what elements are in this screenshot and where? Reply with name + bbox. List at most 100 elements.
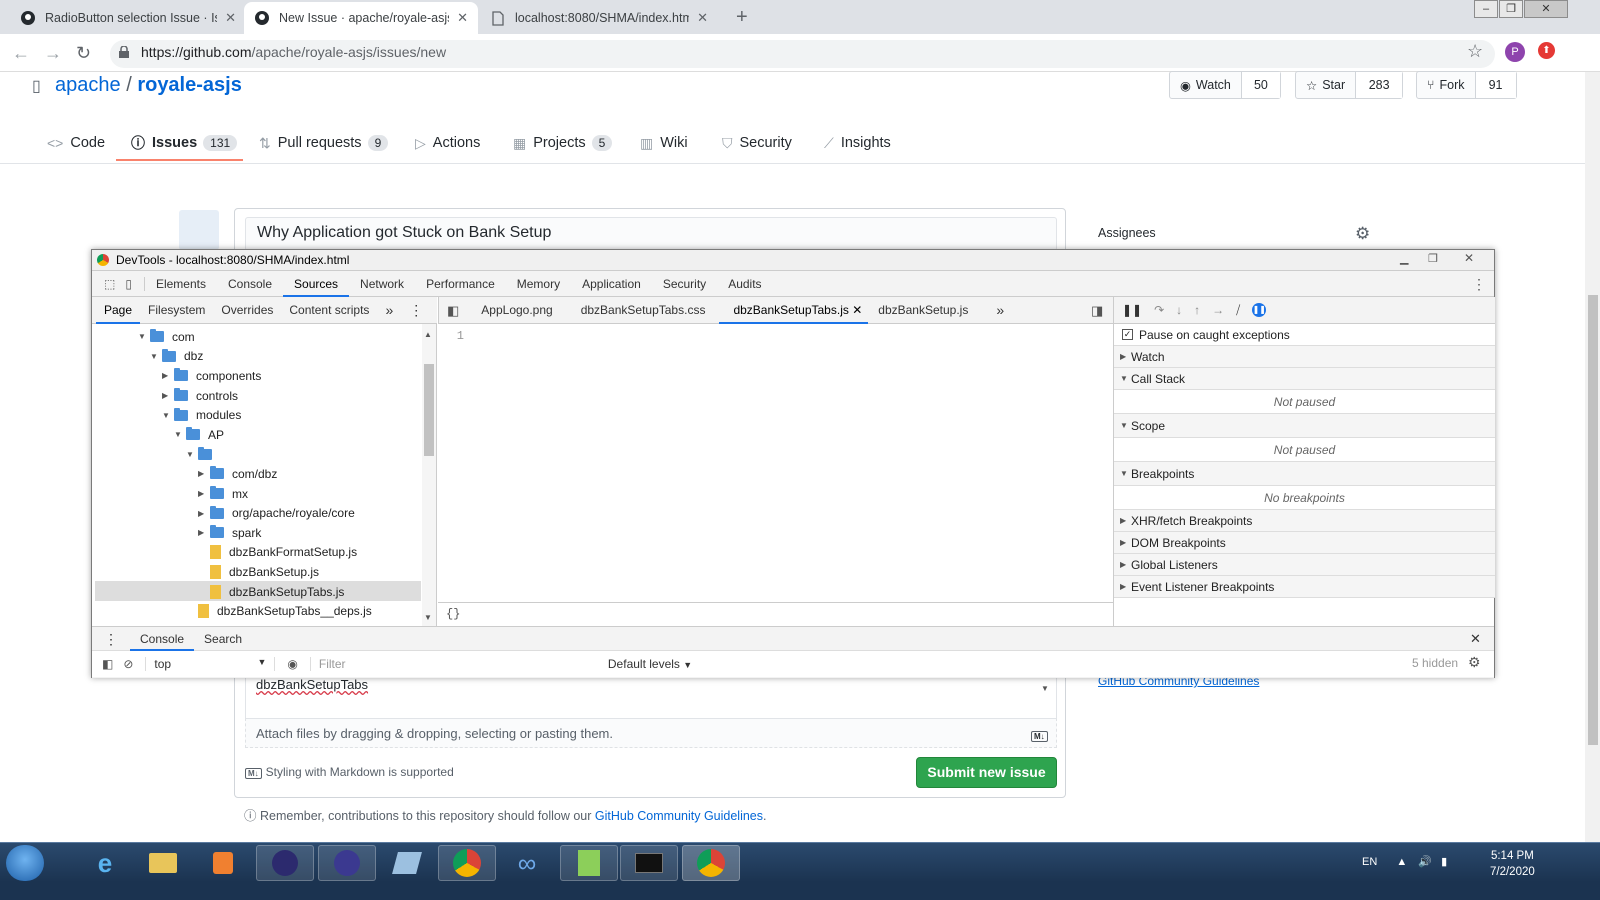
clock[interactable]: 5:14 PM 7/2/2020: [1490, 848, 1535, 880]
tray-arrow-icon[interactable]: ▲: [1396, 856, 1407, 868]
profile-avatar[interactable]: P: [1505, 42, 1525, 62]
forward-arrow-icon[interactable]: →: [44, 43, 62, 64]
pause-on-exceptions-icon[interactable]: ❚❚: [1252, 303, 1267, 317]
code-editor[interactable]: 1 {}: [438, 324, 1113, 626]
markdown-note-text[interactable]: Styling with Markdown is supported: [266, 765, 454, 779]
eclipse-icon-2[interactable]: [318, 845, 376, 881]
issue-title-input[interactable]: Why Application got Stuck on Bank Setup: [245, 217, 1057, 251]
more-tabs-icon[interactable]: »: [978, 297, 1022, 324]
tab-network[interactable]: Network: [349, 271, 415, 297]
tab-memory[interactable]: Memory: [506, 271, 571, 297]
tab-security[interactable]: Security: [652, 271, 717, 297]
more-options-icon[interactable]: ⋮: [1472, 276, 1486, 293]
tree-scrollbar-thumb[interactable]: [424, 364, 434, 456]
section-scope[interactable]: ▼ Scope: [1114, 414, 1495, 438]
tree-folder-item[interactable]: ▶ mx: [198, 484, 248, 504]
pause-on-caught-row[interactable]: ✓ Pause on caught exceptions: [1114, 324, 1495, 346]
expand-arrow-icon[interactable]: ▶: [198, 469, 210, 478]
collapse-arrow-icon[interactable]: ▼: [150, 352, 162, 361]
collapse-arrow-icon[interactable]: ▼: [186, 450, 198, 459]
more-tabs-icon[interactable]: »: [377, 297, 401, 324]
tab-console[interactable]: Console: [217, 271, 283, 297]
tree-folder-item[interactable]: ▼: [186, 445, 220, 465]
step-out-icon[interactable]: ↑: [1194, 303, 1200, 317]
extension-update-icon[interactable]: ⬆: [1538, 42, 1555, 59]
fork-button[interactable]: ⑂ Fork 91: [1416, 71, 1517, 99]
deactivate-breakpoints-icon[interactable]: ⧸: [1236, 303, 1240, 318]
log-levels-dropdown[interactable]: Default levels ▼: [608, 657, 692, 671]
command-prompt-icon[interactable]: [620, 845, 678, 881]
tree-folder-item[interactable]: ▶ controls: [162, 386, 238, 406]
url-text[interactable]: https://github.com/apache/royale-asjs/is…: [141, 44, 446, 60]
close-window-button[interactable]: ✕: [1524, 0, 1568, 18]
drawer-menu-icon[interactable]: ⋮: [92, 627, 130, 651]
notepad-plus-plus-icon[interactable]: [560, 845, 618, 881]
close-icon[interactable]: ✕: [852, 303, 862, 317]
close-drawer-icon[interactable]: ✕: [1470, 627, 1481, 651]
minimize-button[interactable]: ▁: [1400, 252, 1408, 265]
context-selector[interactable]: top ▼: [145, 657, 276, 671]
nav-pull-requests[interactable]: ⇅ Pull requests 9: [259, 124, 389, 162]
expand-arrow-icon[interactable]: ▶: [162, 391, 174, 400]
tab-audits[interactable]: Audits: [717, 271, 772, 297]
inspect-element-icon[interactable]: ⬚: [92, 277, 121, 291]
tree-folder-item[interactable]: ▶ components: [162, 366, 261, 386]
collapse-arrow-icon[interactable]: ▼: [174, 430, 186, 439]
nav-code[interactable]: <> Code: [47, 124, 105, 162]
fork-count[interactable]: 91: [1475, 72, 1516, 98]
section-watch[interactable]: ▶ Watch: [1114, 346, 1495, 368]
file-tab-bank-setup[interactable]: dbzBankSetup.js: [868, 297, 978, 324]
console-settings-gear-icon[interactable]: ⚙: [1468, 654, 1481, 671]
collapse-arrow-icon[interactable]: ▼: [138, 332, 150, 341]
nav-actions[interactable]: ▷ Actions: [415, 124, 480, 162]
tree-folder-item[interactable]: ▼ dbz: [150, 347, 203, 367]
nav-wiki[interactable]: ▥ Wiki: [640, 124, 688, 162]
tree-file-item[interactable]: dbzBankSetupTabs.js: [198, 582, 344, 602]
maximize-button[interactable]: ❐: [1499, 0, 1523, 18]
tab-performance[interactable]: Performance: [415, 271, 506, 297]
step-icon[interactable]: →: [1212, 303, 1224, 317]
nav-insights[interactable]: ⟋ Insights: [824, 124, 891, 162]
notepad-app-icon[interactable]: [378, 845, 436, 881]
expand-arrow-icon[interactable]: ▶: [162, 371, 174, 380]
toggle-debugger-icon[interactable]: ◨: [1091, 297, 1103, 324]
windows-start-button[interactable]: [6, 845, 44, 881]
close-icon[interactable]: ✕: [225, 10, 236, 26]
scroll-up-arrow-icon[interactable]: ▲: [424, 330, 432, 339]
browser-tab-new-issue[interactable]: New Issue · apache/royale-asjs ✕: [244, 2, 478, 34]
browser-tab-localhost[interactable]: localhost:8080/SHMA/index.html ✕: [480, 2, 718, 34]
expand-arrow-icon[interactable]: ▶: [198, 528, 210, 537]
language-indicator[interactable]: EN: [1362, 856, 1377, 868]
tab-page[interactable]: Page: [96, 297, 141, 324]
eclipse-icon[interactable]: [256, 845, 314, 881]
toggle-navigator-icon[interactable]: ◧: [439, 297, 467, 324]
guidelines-link[interactable]: GitHub Community Guidelines: [595, 809, 763, 823]
nav-security[interactable]: ⛉ Security: [722, 124, 792, 162]
tree-folder-item[interactable]: ▶ com/dbz: [198, 464, 277, 484]
back-arrow-icon[interactable]: ←: [12, 43, 30, 64]
maximize-button[interactable]: ❐: [1428, 252, 1438, 265]
expand-arrow-icon[interactable]: ▶: [198, 489, 210, 498]
file-tab-active-js[interactable]: dbzBankSetupTabs.js ✕: [719, 297, 869, 324]
star-button[interactable]: ☆ Star 283: [1295, 71, 1404, 99]
minimize-button[interactable]: –: [1474, 0, 1498, 18]
section-call-stack[interactable]: ▼ Call Stack: [1114, 368, 1495, 390]
pretty-print-button[interactable]: {}: [438, 602, 1113, 626]
tab-content-scripts[interactable]: Content scripts: [281, 297, 377, 324]
tree-folder-item[interactable]: ▼ com: [138, 327, 195, 347]
infinity-app-icon[interactable]: ∞: [498, 845, 556, 881]
chrome-icon[interactable]: [438, 845, 496, 881]
repo-owner-link[interactable]: apache: [55, 74, 121, 96]
tree-folder-item[interactable]: ▼ AP: [174, 425, 224, 445]
chrome-active-icon[interactable]: [682, 845, 740, 881]
expand-arrow-icon[interactable]: ▶: [198, 509, 210, 518]
tree-file-item[interactable]: dbzBankFormatSetup.js: [198, 543, 357, 563]
tree-folder-item[interactable]: ▼ modules: [162, 405, 241, 425]
tab-elements[interactable]: Elements: [145, 271, 217, 297]
drawer-tab-console[interactable]: Console: [130, 627, 195, 651]
textarea-scroll-arrow-icon[interactable]: ▼: [1041, 684, 1055, 712]
section-breakpoints[interactable]: ▼ Breakpoints: [1114, 462, 1495, 486]
more-options-icon[interactable]: ⋮: [401, 297, 431, 324]
section-dom-breakpoints[interactable]: ▶ DOM Breakpoints: [1114, 532, 1495, 554]
pause-caught-checkbox[interactable]: ✓: [1122, 329, 1133, 340]
